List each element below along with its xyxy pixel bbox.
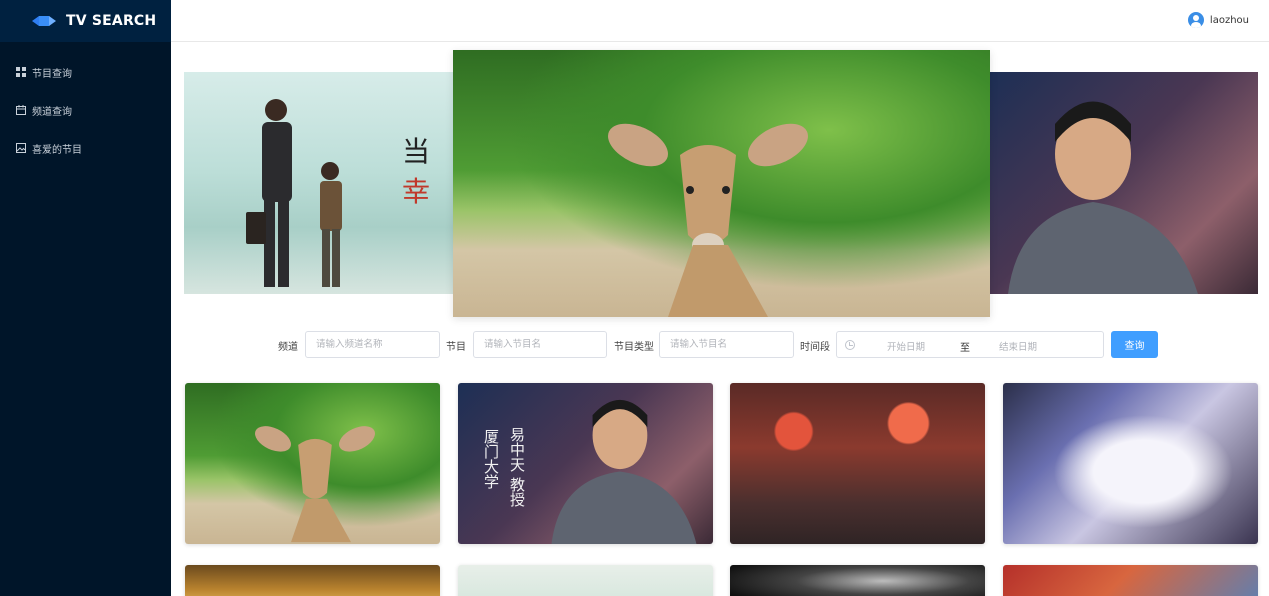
channel-label: 频道: [278, 342, 298, 353]
logo[interactable]: TV SEARCH: [0, 0, 171, 42]
app-root: TV SEARCH 节目查询 频道查询 喜爱的节目 laozhou 当幸 频道 …: [0, 0, 1269, 596]
deer-figure: [608, 123, 808, 317]
program-card-misty-figure[interactable]: [458, 565, 713, 596]
grid-icon: [16, 67, 26, 77]
date-range-picker[interactable]: 开始日期 至 结束日期: [836, 331, 1104, 358]
program-card-dark-scene[interactable]: [730, 565, 985, 596]
program-card-anime-street[interactable]: [730, 383, 985, 544]
program-card-lecture[interactable]: 易中天 教授 厦门大学: [458, 383, 713, 544]
end-date-input[interactable]: 结束日期: [999, 339, 1037, 353]
time-period-label: 时间段: [800, 342, 830, 353]
card-caption-name: 易中天 教授: [508, 427, 526, 507]
child-figure: [320, 162, 342, 287]
channel-input[interactable]: [305, 331, 440, 358]
range-separator: 至: [960, 343, 970, 354]
program-type-label: 节目类型: [614, 342, 654, 353]
card-caption-school: 厦门大学: [482, 429, 500, 489]
user-avatar-icon: [1187, 12, 1204, 28]
program-card-anime-mecha[interactable]: [1003, 383, 1258, 544]
anchor-figure: [1008, 101, 1198, 294]
sidebar-menu: 节目查询 频道查询 喜爱的节目: [0, 53, 171, 167]
clock-icon: [845, 340, 855, 350]
program-label: 节目: [446, 342, 466, 353]
program-card-deer[interactable]: [185, 383, 440, 544]
carousel-slide-movie-poster[interactable]: 当幸: [184, 72, 454, 294]
poster-title: 当幸: [402, 135, 431, 208]
tv-logo-icon: [32, 16, 56, 26]
sidebar-item-label: 节目查询: [32, 68, 72, 80]
program-type-input[interactable]: [659, 331, 794, 358]
user-menu[interactable]: laozhou: [1187, 12, 1249, 28]
image-icon: [16, 143, 26, 153]
sidebar-item-label: 喜爱的节目: [32, 144, 82, 156]
program-card-sunset-portrait[interactable]: [185, 565, 440, 596]
query-button[interactable]: 查询: [1111, 331, 1158, 358]
top-header: laozhou: [171, 0, 1269, 42]
search-form: 频道 节目 节目类型 时间段 开始日期 至 结束日期 查询: [0, 331, 1269, 359]
sidebar: TV SEARCH 节目查询 频道查询 喜爱的节目: [0, 0, 171, 596]
man-figure: [246, 99, 292, 287]
sidebar-item-program-search[interactable]: 节目查询: [0, 53, 171, 91]
start-date-input[interactable]: 开始日期: [887, 339, 925, 353]
program-card-fire-scene[interactable]: [1003, 565, 1258, 596]
program-input[interactable]: [473, 331, 607, 358]
sidebar-item-favorites[interactable]: 喜爱的节目: [0, 129, 171, 167]
calendar-icon: [16, 105, 26, 115]
sidebar-item-label: 频道查询: [32, 106, 72, 118]
deer-figure: [255, 426, 375, 543]
anchor-figure: [551, 399, 697, 544]
carousel-slide-deer[interactable]: [453, 50, 990, 317]
sidebar-item-channel-search[interactable]: 频道查询: [0, 91, 171, 129]
app-title: TV SEARCH: [66, 13, 157, 29]
username: laozhou: [1209, 14, 1249, 26]
carousel-slide-anchor[interactable]: [990, 72, 1258, 294]
